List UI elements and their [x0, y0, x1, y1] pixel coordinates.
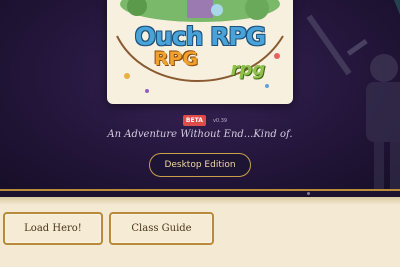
- decor-dot-icon: [307, 192, 310, 195]
- hero-section: Ouch RPG RPG rpg BETA v0.39 An Adventure…: [0, 0, 400, 190]
- desktop-edition-button[interactable]: Desktop Edition: [149, 153, 251, 177]
- game-logo: Ouch RPG RPG rpg: [107, 0, 293, 104]
- load-hero-button[interactable]: Load Hero!: [3, 212, 103, 245]
- knight-silhouette-icon: [306, 0, 400, 190]
- tagline: An Adventure Without End...Kind of.: [107, 129, 293, 140]
- version-row: BETA v0.39: [0, 110, 400, 129]
- beta-badge: BETA: [182, 115, 206, 126]
- logo-title-tertiary: rpg: [230, 59, 266, 80]
- class-guide-button[interactable]: Class Guide: [109, 212, 214, 245]
- version-number: v0.39: [212, 117, 228, 124]
- logo-title-main: Ouch RPG: [134, 22, 266, 51]
